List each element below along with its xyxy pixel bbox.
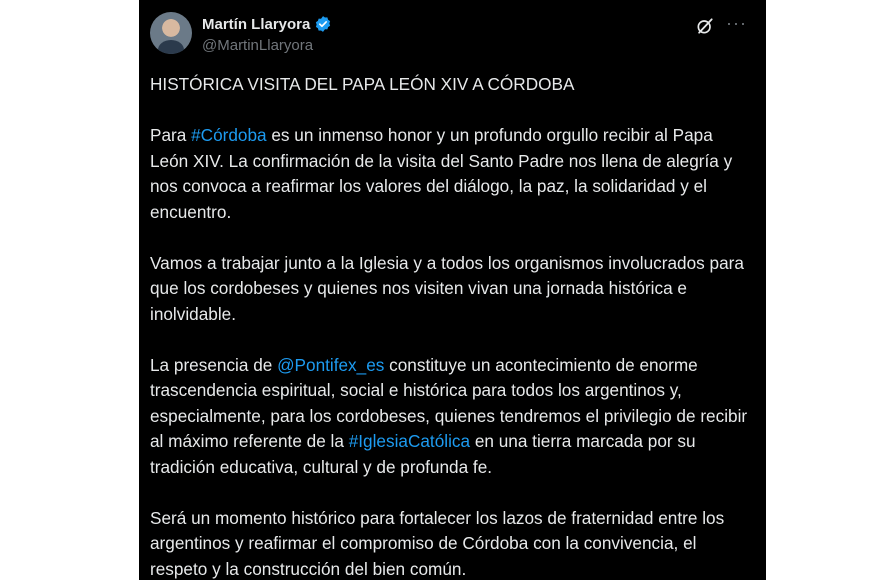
- post-paragraph-2: Vamos a trabajar junto a la Iglesia y a …: [150, 252, 744, 324]
- more-icon[interactable]: ···: [726, 13, 747, 34]
- author-name[interactable]: Martín Llaryora: [202, 16, 310, 33]
- post-title: HISTÓRICA VISITA DEL PAPA LEÓN XIV A CÓR…: [150, 74, 575, 94]
- post-header: Martín Llaryora @MartinLlaryora ···: [150, 12, 755, 58]
- verified-badge-icon: [316, 16, 331, 32]
- text-segment: Para: [150, 125, 192, 145]
- hashtag-iglesia-catolica-link[interactable]: #IglesiaCatólica: [349, 431, 470, 451]
- text-segment: La presencia de: [150, 354, 278, 375]
- mention-pontifex-link[interactable]: @Pontifex_es: [277, 355, 384, 375]
- grok-icon[interactable]: [695, 16, 715, 36]
- avatar[interactable]: [150, 12, 192, 54]
- post-paragraph-4: Será un momento histórico para fortalece…: [150, 507, 725, 579]
- hashtag-cordoba-link[interactable]: #Córdoba: [191, 125, 267, 145]
- post-text: HISTÓRICA VISITA DEL PAPA LEÓN XIV A CÓR…: [150, 72, 755, 580]
- post-paragraph-3: La presencia de @Pontifex_es constituye …: [150, 353, 755, 481]
- author-name-row: Martín Llaryora: [202, 15, 332, 33]
- post-card: Martín Llaryora @MartinLlaryora ··· HIST…: [139, 0, 766, 580]
- author-handle[interactable]: @MartinLlaryora: [202, 37, 313, 54]
- post-paragraph-1: Para #Córdoba es un inmenso honor y un p…: [150, 123, 755, 225]
